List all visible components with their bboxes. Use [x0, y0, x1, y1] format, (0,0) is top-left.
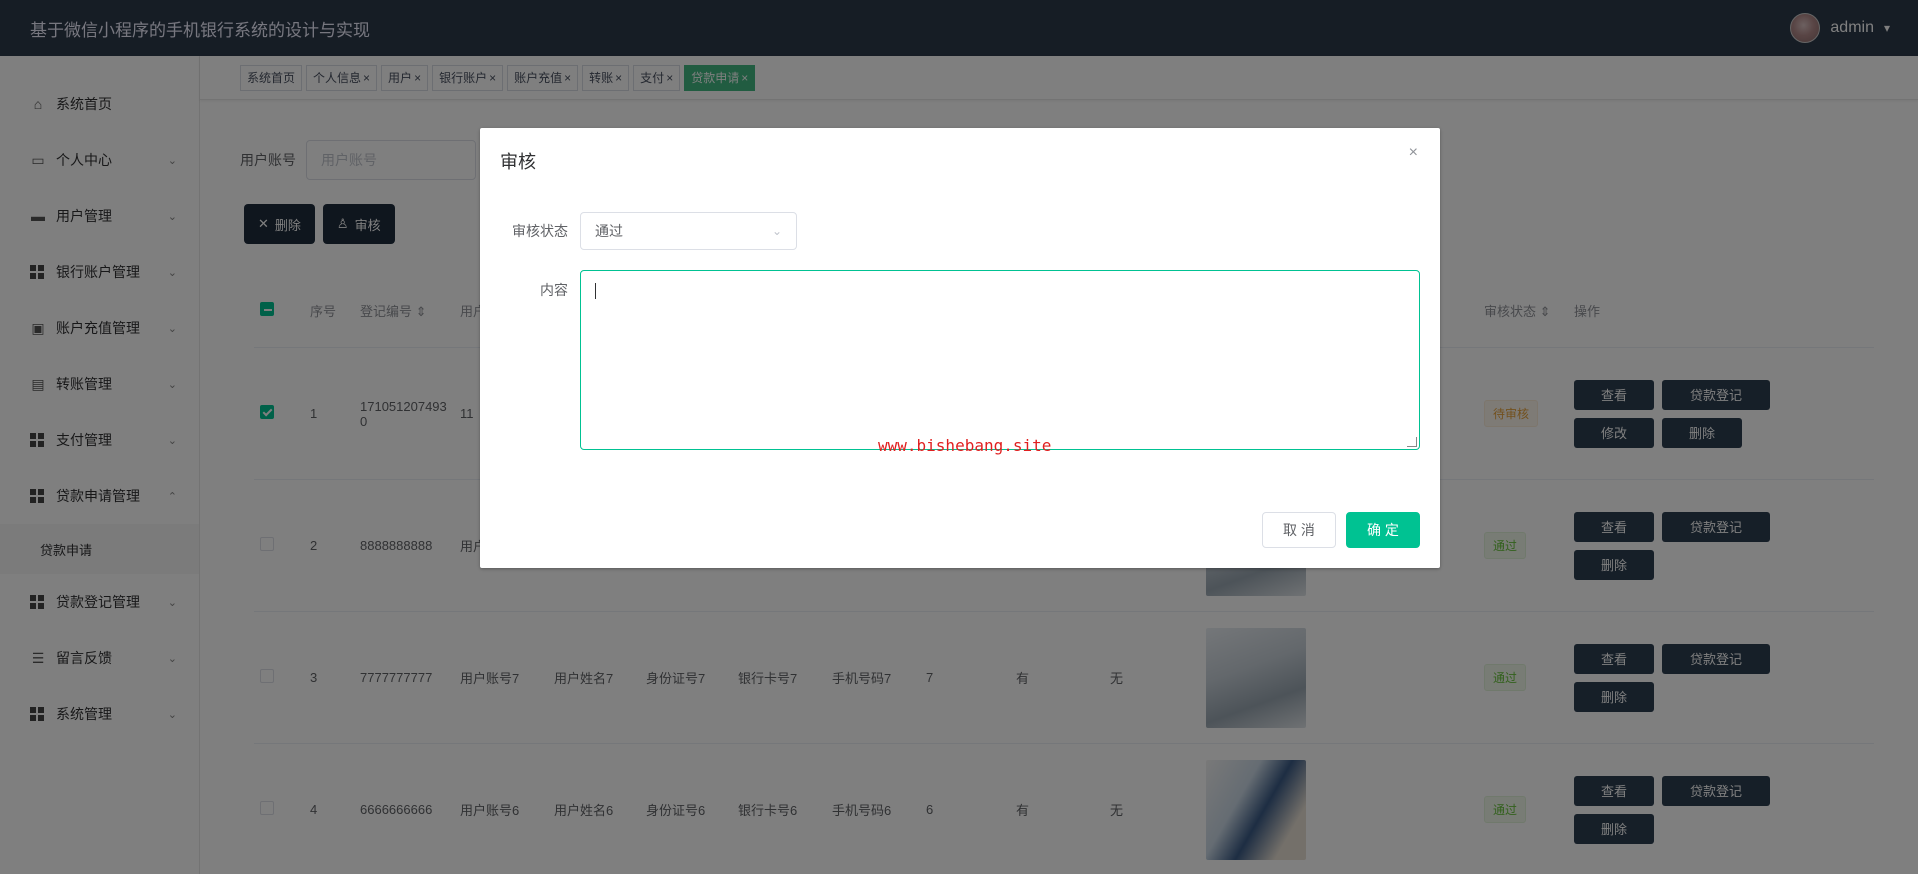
dialog-title: 审核	[500, 152, 536, 172]
resize-handle[interactable]	[1407, 437, 1417, 447]
audit-dialog: 审核 × 审核状态 通过 ⌄ 内容 www.bishebang.site 取 消…	[480, 128, 1440, 568]
watermark: www.bishebang.site	[878, 436, 1052, 455]
chevron-down-icon: ⌄	[771, 224, 782, 238]
status-select[interactable]: 通过 ⌄	[580, 212, 797, 250]
content-textarea[interactable]	[580, 270, 1420, 450]
cancel-button[interactable]: 取 消	[1262, 512, 1336, 548]
status-label: 审核状态	[512, 223, 568, 239]
close-icon[interactable]: ×	[1409, 144, 1418, 162]
content-label: 内容	[540, 282, 568, 298]
confirm-button[interactable]: 确 定	[1346, 512, 1420, 548]
status-select-value: 通过	[595, 223, 623, 239]
text-caret	[595, 283, 596, 299]
